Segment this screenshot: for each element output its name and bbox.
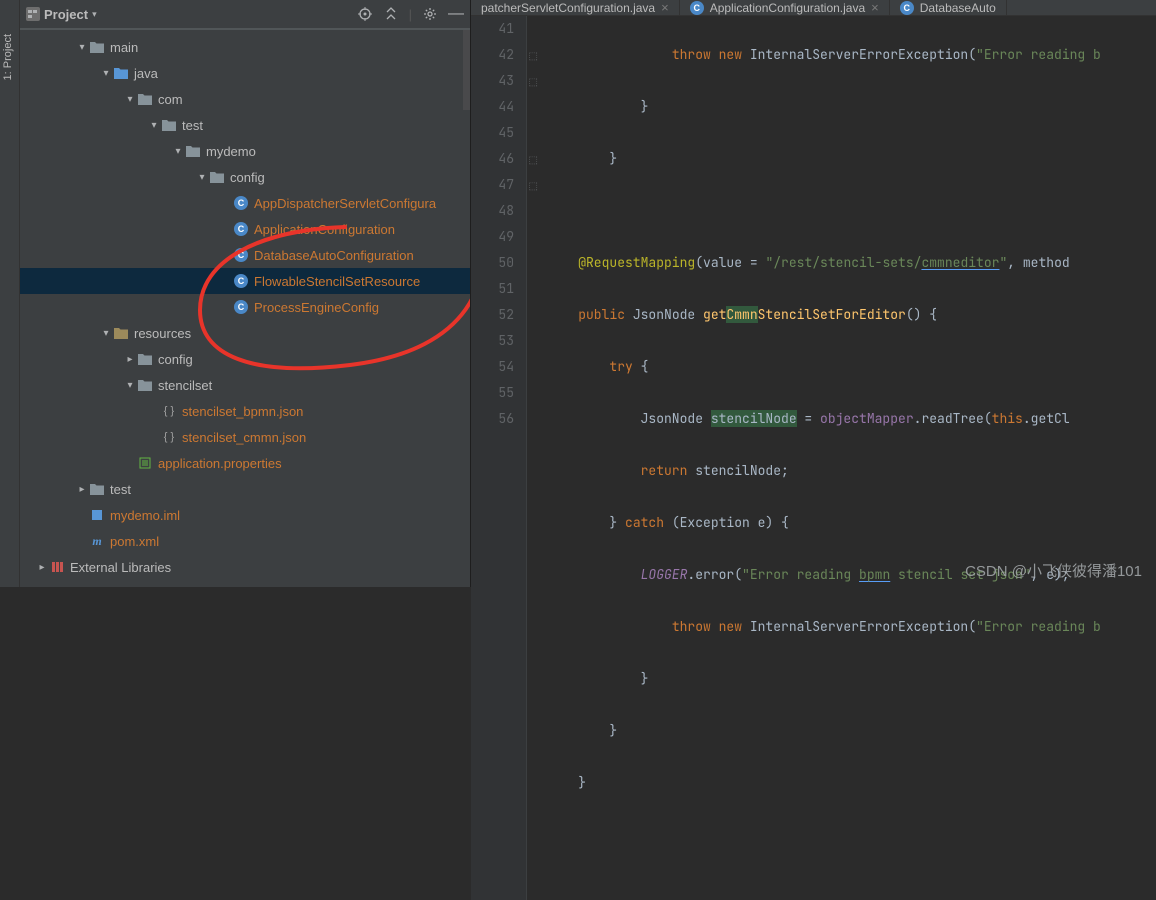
tree-external-libs[interactable]: External Libraries xyxy=(20,554,470,580)
code-editor[interactable]: 41424344 45464748 49505152 53545556 ⬚ ⬚ … xyxy=(471,16,1156,900)
tree-class-dbauto[interactable]: CDatabaseAutoConfiguration xyxy=(20,242,470,268)
editor-tab-appconfig[interactable]: CApplicationConfiguration.java× xyxy=(680,0,890,15)
dropdown-icon: ▾ xyxy=(92,9,97,20)
project-view-icon xyxy=(26,7,40,21)
tool-window-bar[interactable]: 1: Project xyxy=(0,0,20,587)
tree-folder-resources[interactable]: resources xyxy=(20,320,470,346)
tree-folder-main[interactable]: main xyxy=(20,34,470,60)
tree-file-stencil-bpmn[interactable]: { }stencilset_bpmn.json xyxy=(20,398,470,424)
json-file-icon: { } xyxy=(161,429,177,445)
collapse-all-icon[interactable] xyxy=(383,6,399,22)
project-tree[interactable]: main java com test mydemo config CAppDis… xyxy=(20,30,470,587)
panel-header: Project ▾ | — xyxy=(20,0,470,30)
editor-area: patcherServletConfiguration.java× CAppli… xyxy=(471,0,1156,587)
project-tool-tab[interactable]: 1: Project xyxy=(0,30,16,84)
panel-title[interactable]: Project ▾ xyxy=(26,7,357,22)
code-content[interactable]: throw new InternalServerErrorException("… xyxy=(527,16,1156,900)
tree-folder-test[interactable]: test xyxy=(20,112,470,138)
tree-folder-stencilset[interactable]: stencilset xyxy=(20,372,470,398)
class-icon: C xyxy=(234,274,248,288)
iml-file-icon xyxy=(89,507,105,523)
tree-folder-java[interactable]: java xyxy=(20,60,470,86)
editor-tab-dispatcher[interactable]: patcherServletConfiguration.java× xyxy=(471,0,680,15)
close-icon[interactable]: × xyxy=(661,0,669,15)
editor-tab-bar: patcherServletConfiguration.java× CAppli… xyxy=(471,0,1156,16)
tree-file-app-props[interactable]: application.properties xyxy=(20,450,470,476)
class-icon: C xyxy=(234,222,248,236)
class-icon: C xyxy=(900,1,914,15)
properties-file-icon xyxy=(137,455,153,471)
watermark: CSDN @小飞侠彼得潘101 xyxy=(965,560,1142,581)
scrollbar[interactable] xyxy=(463,30,470,550)
tree-folder-test2[interactable]: test xyxy=(20,476,470,502)
tree-folder-config[interactable]: config xyxy=(20,164,470,190)
hide-icon[interactable]: — xyxy=(448,6,464,22)
tree-folder-mydemo[interactable]: mydemo xyxy=(20,138,470,164)
close-icon[interactable]: × xyxy=(871,0,879,15)
gear-icon[interactable] xyxy=(422,6,438,22)
editor-tab-dbauto[interactable]: CDatabaseAuto xyxy=(890,0,1007,15)
maven-file-icon: m xyxy=(89,533,105,549)
locate-icon[interactable] xyxy=(357,6,373,22)
tree-file-stencil-cmmn[interactable]: { }stencilset_cmmn.json xyxy=(20,424,470,450)
project-panel: Project ▾ | — main java com test mydemo … xyxy=(20,0,471,587)
library-icon xyxy=(49,559,65,575)
tree-folder-com[interactable]: com xyxy=(20,86,470,112)
tree-file-pom[interactable]: mpom.xml xyxy=(20,528,470,554)
json-file-icon: { } xyxy=(161,403,177,419)
class-icon: C xyxy=(234,300,248,314)
tree-class-flowablestencil[interactable]: CFlowableStencilSetResource xyxy=(20,268,470,294)
tree-class-processengine[interactable]: CProcessEngineConfig xyxy=(20,294,470,320)
panel-title-label: Project xyxy=(44,7,88,22)
class-icon: C xyxy=(234,196,248,210)
line-gutter: 41424344 45464748 49505152 53545556 ⬚ ⬚ … xyxy=(471,16,527,900)
tree-class-appdispatcher[interactable]: CAppDispatcherServletConfigura xyxy=(20,190,470,216)
class-icon: C xyxy=(690,1,704,15)
tree-folder-config2[interactable]: config xyxy=(20,346,470,372)
class-icon: C xyxy=(234,248,248,262)
tree-class-appconfig[interactable]: CApplicationConfiguration xyxy=(20,216,470,242)
tree-file-iml[interactable]: mydemo.iml xyxy=(20,502,470,528)
